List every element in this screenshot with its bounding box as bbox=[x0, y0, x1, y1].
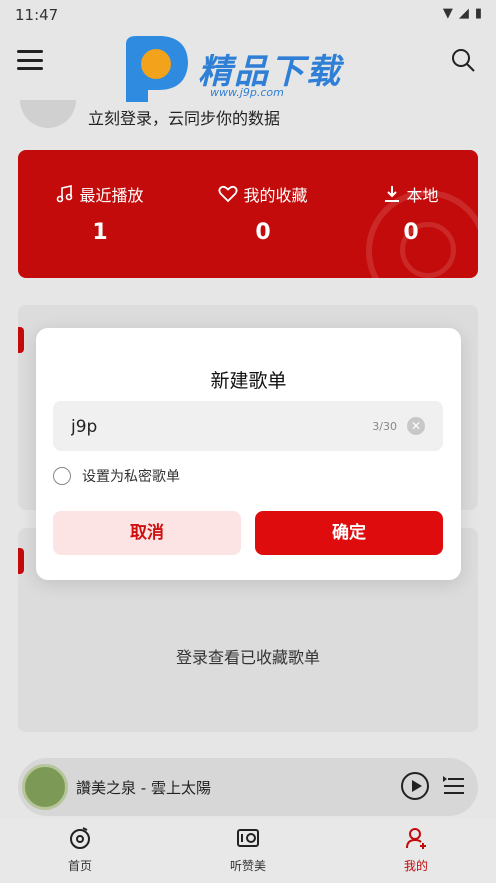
stats-card: 最近播放 1 我的收藏 0 本地 0 bbox=[18, 150, 478, 278]
battery-icon: ▮ bbox=[474, 6, 482, 21]
wifi-icon: ▼ bbox=[442, 6, 453, 21]
music-note-icon bbox=[57, 185, 73, 203]
radio-icon bbox=[237, 829, 259, 847]
watermark-url: www.j9p.com bbox=[210, 86, 284, 99]
stat-local-label: 本地 bbox=[406, 186, 439, 205]
stat-favorites[interactable]: 我的收藏 0 bbox=[193, 182, 333, 245]
avatar[interactable] bbox=[20, 100, 76, 128]
private-option[interactable]: 设置为私密歌单 bbox=[53, 466, 180, 486]
nav-home[interactable]: 首页 bbox=[20, 826, 140, 874]
home-disc-icon bbox=[70, 827, 90, 849]
play-button[interactable] bbox=[401, 772, 429, 800]
status-bar: 11:47 ▼ ◢ ▮ bbox=[0, 0, 496, 30]
signal-icon: ◢ bbox=[458, 6, 469, 21]
cancel-button[interactable]: 取消 bbox=[53, 511, 241, 555]
album-cover[interactable] bbox=[22, 764, 68, 810]
search-icon[interactable] bbox=[450, 47, 476, 73]
nav-mine-label: 我的 bbox=[403, 859, 428, 873]
playlist-name-field[interactable]: 3/30 ✕ bbox=[53, 401, 443, 451]
private-radio[interactable] bbox=[53, 467, 71, 485]
dialog-title: 新建歌单 bbox=[210, 370, 287, 392]
nav-mine[interactable]: 我的 bbox=[356, 826, 476, 874]
new-playlist-dialog: 新建歌单 3/30 ✕ 设置为私密歌单 取消 确定 bbox=[36, 328, 461, 580]
download-icon bbox=[385, 186, 400, 202]
stat-recent[interactable]: 最近播放 1 bbox=[30, 182, 170, 245]
clear-icon[interactable]: ✕ bbox=[407, 417, 425, 435]
playlist-queue-icon[interactable] bbox=[443, 776, 465, 796]
char-counter: 3/30 bbox=[372, 420, 397, 433]
stat-local[interactable]: 本地 0 bbox=[341, 182, 478, 245]
stat-local-value: 0 bbox=[403, 220, 419, 245]
collected-empty-hint[interactable]: 登录查看已收藏歌单 bbox=[18, 644, 478, 668]
confirm-button[interactable]: 确定 bbox=[255, 511, 443, 555]
profile-icon bbox=[406, 828, 426, 849]
j9p-logo-icon bbox=[126, 36, 188, 102]
nav-listen-label: 听赞美 bbox=[229, 859, 266, 873]
status-icons: ▼ ◢ ▮ bbox=[443, 6, 482, 21]
stat-favorites-label: 我的收藏 bbox=[243, 186, 308, 205]
heart-icon bbox=[218, 185, 239, 203]
section-marker bbox=[18, 327, 24, 353]
mini-player[interactable]: 讚美之泉 - 雲上太陽 bbox=[18, 758, 478, 816]
nav-home-label: 首页 bbox=[67, 859, 92, 873]
login-hint[interactable]: 立刻登录，云同步你的数据 bbox=[88, 105, 280, 129]
stat-favorites-value: 0 bbox=[255, 220, 271, 245]
now-playing-title[interactable]: 讚美之泉 - 雲上太陽 bbox=[76, 777, 211, 798]
nav-listen[interactable]: 听赞美 bbox=[188, 826, 308, 874]
section-marker bbox=[18, 548, 24, 574]
stat-recent-label: 最近播放 bbox=[79, 186, 144, 205]
status-time: 11:47 bbox=[15, 6, 59, 24]
watermark-logo: 精品下载 www.j9p.com bbox=[118, 28, 368, 108]
bottom-nav: 首页 听赞美 我的 bbox=[0, 818, 496, 883]
menu-icon[interactable] bbox=[17, 50, 43, 70]
playlist-name-input[interactable] bbox=[69, 413, 353, 441]
stat-recent-value: 1 bbox=[92, 220, 108, 245]
private-label: 设置为私密歌单 bbox=[82, 469, 180, 485]
